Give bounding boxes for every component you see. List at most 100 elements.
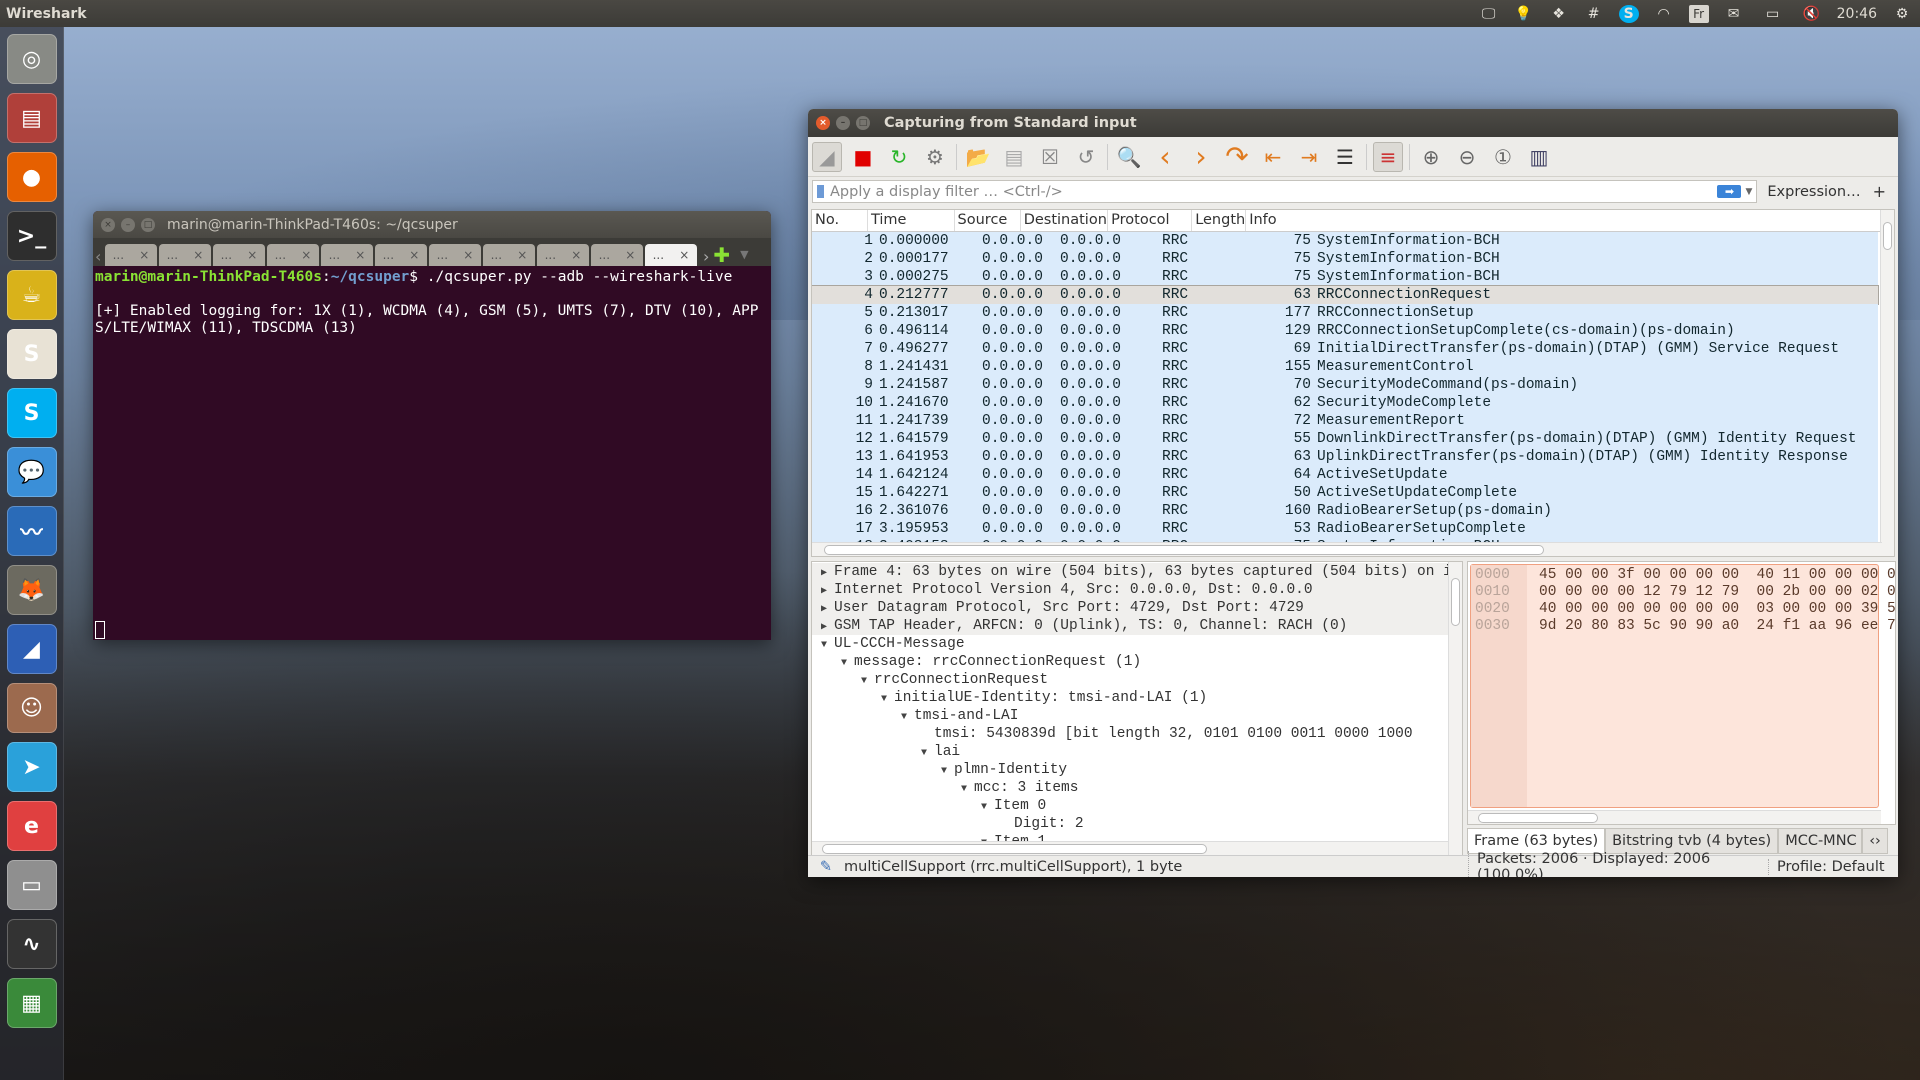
detail-tree-item[interactable]: ▼ initialUE-Identity: tmsi-and-LAI (1) bbox=[812, 689, 1448, 707]
resize-columns-icon[interactable]: ▥ bbox=[1524, 142, 1554, 172]
launcher-dash-icon[interactable]: ◎ bbox=[6, 34, 57, 84]
launcher-files-icon[interactable]: ▤ bbox=[6, 93, 57, 143]
launcher-slack-icon[interactable]: S bbox=[6, 329, 57, 379]
close-button[interactable]: × bbox=[816, 116, 830, 130]
packet-row[interactable]: 13 1.641953 0.0.0.0 0.0.0.0 RRC 63 UplinkDirec… bbox=[812, 448, 1878, 466]
expert-info-icon[interactable]: ✎ bbox=[808, 859, 844, 875]
launcher-firefox-icon[interactable]: ● bbox=[6, 152, 57, 202]
tab-close-icon[interactable]: × bbox=[355, 248, 365, 262]
packet-row[interactable]: 16 2.361076 0.0.0.0 0.0.0.0 RRC 160 RadioBeare… bbox=[812, 502, 1878, 520]
hex-dump[interactable]: 0000 45 00 00 3f 00 00 00 00 40 11 00 00 … bbox=[1470, 564, 1895, 808]
packet-row[interactable]: 11 1.241739 0.0.0.0 0.0.0.0 RRC 72 Measurement… bbox=[812, 412, 1878, 430]
display-filter-input[interactable]: Apply a display filter … <Ctrl-/> ➡ ▼ bbox=[812, 180, 1758, 203]
launcher-red-app-icon[interactable]: e bbox=[6, 801, 57, 851]
detail-tree-item[interactable]: ▼ tmsi-and-LAI bbox=[812, 707, 1448, 725]
detail-tree-item[interactable]: Digit: 2 bbox=[812, 815, 1448, 833]
terminal-tab[interactable]: ... × bbox=[213, 244, 265, 266]
wireshark-titlebar[interactable]: × – □ Capturing from Standard input bbox=[808, 109, 1898, 137]
autoscroll-icon[interactable]: ☰ bbox=[1330, 142, 1360, 172]
go-forward-icon[interactable]: › bbox=[1186, 140, 1216, 173]
detail-tree-item[interactable]: ▼ plmn-Identity bbox=[812, 761, 1448, 779]
terminal-tab[interactable]: ... × bbox=[267, 244, 319, 266]
bookmark-icon[interactable] bbox=[817, 185, 824, 198]
restart-capture-icon[interactable]: ↻ bbox=[884, 142, 914, 172]
bytes-hscrollbar[interactable] bbox=[1468, 810, 1881, 824]
detail-tree-item[interactable]: ▼ rrcConnectionRequest bbox=[812, 671, 1448, 689]
minimize-button[interactable]: – bbox=[836, 116, 850, 130]
detail-tree-item[interactable]: ▼ UL-CCCH-Message bbox=[812, 635, 1448, 653]
byte-tabs-scroll-arrows-icon[interactable]: ‹› bbox=[1862, 828, 1888, 854]
detail-tree-item[interactable]: ▼ lai bbox=[812, 743, 1448, 761]
column-header-source[interactable]: Source bbox=[955, 210, 1021, 231]
detail-tree-item[interactable]: ▶ Frame 4: 63 bytes on wire (504 bits), 6… bbox=[812, 563, 1462, 581]
mail-icon[interactable]: ✉ bbox=[1724, 5, 1744, 23]
column-header-no[interactable]: No. bbox=[812, 210, 868, 231]
maximize-button[interactable]: □ bbox=[141, 217, 155, 232]
terminal-tab[interactable]: ... × bbox=[537, 244, 589, 266]
packet-row[interactable]: 6 0.496114 0.0.0.0 0.0.0.0 RRC 129 RRCConnecti… bbox=[812, 322, 1878, 340]
terminal-tab[interactable]: ... × bbox=[483, 244, 535, 266]
launcher-workspaces-icon[interactable]: ▦ bbox=[6, 978, 57, 1028]
skype-icon[interactable]: S bbox=[1618, 4, 1639, 23]
column-header-protocol[interactable]: Protocol bbox=[1108, 210, 1193, 231]
launcher-teapot-app-icon[interactable]: ☕ bbox=[6, 270, 57, 320]
close-file-icon[interactable]: ☒ bbox=[1035, 142, 1065, 172]
save-file-icon[interactable]: ▤ bbox=[999, 142, 1029, 172]
detail-tree-item[interactable]: ▼ mcc: 3 items bbox=[812, 779, 1448, 797]
terminal-tab[interactable]: ... × bbox=[429, 244, 481, 266]
hex-bytes[interactable]: 45 00 00 3f 00 00 00 00 40 11 00 00 00 0… bbox=[1539, 567, 1895, 584]
launcher-telegram-icon[interactable]: ➤ bbox=[6, 742, 57, 792]
launcher-blue-app-icon[interactable]: ◢ bbox=[6, 624, 57, 674]
tab-close-icon[interactable]: × bbox=[571, 248, 581, 262]
launcher-skype-icon[interactable]: S bbox=[6, 388, 57, 438]
detail-tree-item[interactable]: ▶ User Datagram Protocol, Src Port: 4729,… bbox=[812, 599, 1448, 617]
launcher-system-monitor-icon[interactable]: ∿ bbox=[6, 919, 57, 969]
tab-close-icon[interactable]: × bbox=[193, 248, 203, 262]
dropbox-icon[interactable]: ❖ bbox=[1549, 5, 1569, 23]
hex-bytes[interactable]: 40 00 00 00 00 00 00 00 03 00 00 00 39 5… bbox=[1539, 601, 1895, 618]
profile-selector[interactable]: Profile: Default bbox=[1768, 858, 1898, 875]
zoom-in-icon[interactable]: ⊕ bbox=[1416, 142, 1446, 172]
keyboard-layout[interactable]: Fr bbox=[1688, 4, 1709, 23]
packet-row[interactable]: 3 0.000275 0.0.0.0 0.0.0.0 RRC 75 SystemInform… bbox=[812, 268, 1878, 286]
apply-filter-arrow-icon[interactable]: ➡ bbox=[1717, 185, 1742, 198]
capture-options-icon[interactable]: ⚙ bbox=[920, 142, 950, 172]
column-header-info[interactable]: Info bbox=[1246, 210, 1894, 231]
tab-close-icon[interactable]: × bbox=[409, 248, 419, 262]
colorize-icon[interactable]: ≡ bbox=[1373, 141, 1403, 172]
terminal-output[interactable]: marin@marin-ThinkPad-T460s:~/qcsuper$ ./… bbox=[93, 266, 771, 340]
packet-row[interactable]: 1 0.000000 0.0.0.0 0.0.0.0 RRC 75 SystemInform… bbox=[812, 232, 1878, 250]
launcher-terminal-icon[interactable]: >_ bbox=[6, 211, 57, 261]
detail-tree-item[interactable]: ▼ message: rrcConnectionRequest (1) bbox=[812, 653, 1448, 671]
scroll-tabs-left-icon[interactable]: ‹ bbox=[95, 247, 105, 266]
find-packet-icon[interactable]: 🔍 bbox=[1114, 142, 1144, 172]
terminal-tab[interactable]: ... × bbox=[645, 244, 697, 266]
packet-list-vscrollbar[interactable] bbox=[1880, 210, 1894, 556]
packet-row[interactable]: 14 1.642124 0.0.0.0 0.0.0.0 RRC 64 ActiveSetUp… bbox=[812, 466, 1878, 484]
byte-tab[interactable]: MCC-MNC (5 bytes) bbox=[1778, 828, 1863, 854]
first-packet-icon[interactable]: ⇤ bbox=[1258, 142, 1288, 172]
tab-close-icon[interactable]: × bbox=[625, 248, 635, 262]
normal-size-icon[interactable]: ① bbox=[1488, 142, 1518, 172]
launcher-gimp-icon[interactable]: 🦊 bbox=[6, 565, 57, 615]
terminal-tab[interactable]: ... × bbox=[105, 244, 157, 266]
new-tab-plus-icon[interactable]: ✚ bbox=[713, 244, 730, 266]
column-header-length[interactable]: Length bbox=[1192, 210, 1247, 231]
start-capture-icon[interactable]: ◢ bbox=[812, 141, 842, 172]
packet-row[interactable]: 5 0.213017 0.0.0.0 0.0.0.0 RRC 177 RRCConnecti… bbox=[812, 304, 1878, 322]
column-header-destination[interactable]: Destination bbox=[1021, 210, 1109, 231]
detail-tree-item[interactable]: ▶ Internet Protocol Version 4, Src: 0.0.0… bbox=[812, 581, 1448, 599]
packet-row[interactable]: 12 1.641579 0.0.0.0 0.0.0.0 RRC 55 DownlinkDir… bbox=[812, 430, 1878, 448]
launcher-messaging-icon[interactable]: 💬 bbox=[6, 447, 57, 497]
add-filter-button[interactable]: + bbox=[1873, 182, 1894, 201]
maximize-button[interactable]: □ bbox=[856, 116, 870, 130]
expression-button[interactable]: Expression… bbox=[1757, 184, 1872, 200]
detail-tree-item[interactable]: ▼ Item 0 bbox=[812, 797, 1448, 815]
hex-bytes[interactable]: 9d 20 80 83 5c 90 90 a0 24 f1 aa 96 ee 7… bbox=[1539, 618, 1895, 635]
terminal-tab[interactable]: ... × bbox=[375, 244, 427, 266]
minimize-button[interactable]: – bbox=[121, 217, 135, 232]
hex-bytes[interactable]: 00 00 00 00 12 79 12 79 00 2b 00 00 02 0… bbox=[1539, 584, 1895, 601]
last-packet-icon[interactable]: ⇥ bbox=[1294, 142, 1324, 172]
slack-icon[interactable]: # bbox=[1584, 5, 1604, 23]
tabs-menu-chevron-icon[interactable]: ▼ bbox=[740, 244, 748, 266]
